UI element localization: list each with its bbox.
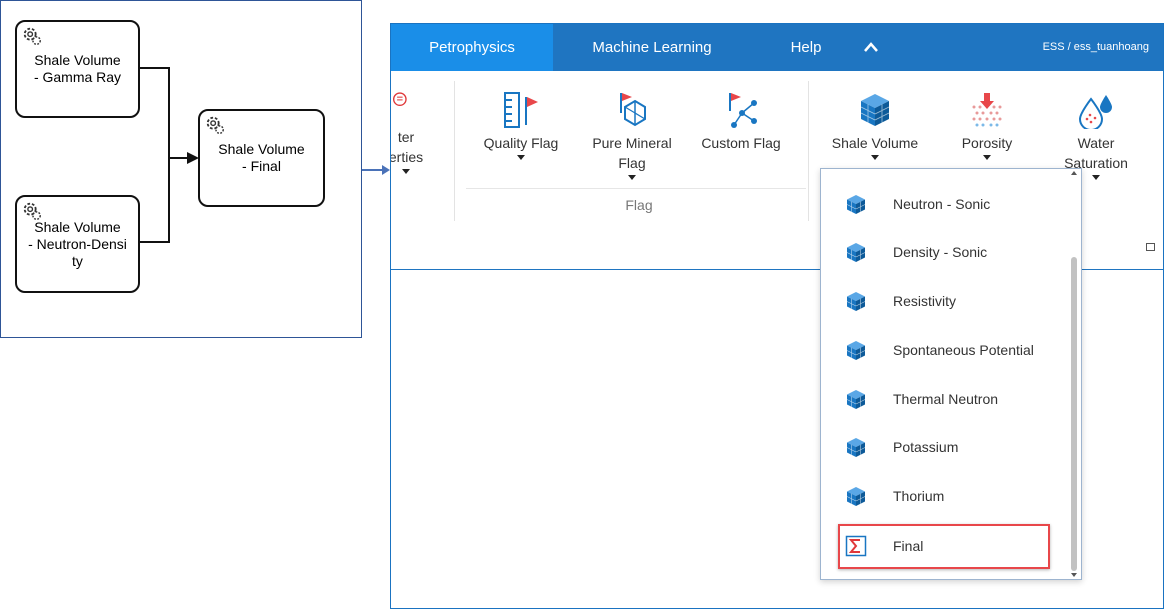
group-divider bbox=[466, 188, 806, 189]
node-label: Shale Volume - Neutron-Densi ty bbox=[28, 218, 127, 269]
water-drop-icon bbox=[1078, 95, 1112, 129]
gear-icon bbox=[206, 116, 224, 134]
cube-icon bbox=[860, 94, 890, 126]
scrollbar-thumb[interactable] bbox=[1071, 257, 1077, 571]
node-shale-volume-final[interactable]: Shale Volume - Final bbox=[198, 109, 325, 207]
group-label-flag: Flag bbox=[625, 197, 653, 213]
pure-mineral-flag-icon bbox=[620, 93, 646, 127]
dropdown-item-resistivity[interactable]: Resistivity bbox=[845, 286, 1065, 316]
arrow-right-icon bbox=[362, 165, 390, 175]
cube-icon bbox=[846, 195, 866, 214]
sigma-icon bbox=[845, 535, 867, 557]
cube-icon bbox=[846, 438, 866, 457]
cube-icon bbox=[846, 292, 866, 311]
cube-icon bbox=[846, 390, 866, 409]
quality-flag-button[interactable]: Quality Flag bbox=[479, 91, 563, 160]
cube-icon bbox=[846, 243, 866, 262]
custom-flag-icon bbox=[729, 93, 757, 128]
gear-icon bbox=[23, 202, 41, 220]
scroll-up-icon[interactable] bbox=[1071, 171, 1077, 175]
water-saturation-button[interactable]: Water Saturation bbox=[1051, 91, 1141, 180]
fluid-properties-button[interactable]: ter erties bbox=[391, 91, 427, 174]
node-label: Shale Volume - Gamma Ray bbox=[33, 52, 122, 85]
user-label[interactable]: ESS / ess_tuanhoang bbox=[1043, 24, 1149, 71]
dropdown-item-density-sonic[interactable]: Density - Sonic bbox=[845, 237, 1065, 267]
workflow-diagram: Shale Volume - Gamma Ray Shale Volume - … bbox=[0, 0, 362, 338]
tab-help[interactable]: Help bbox=[771, 24, 841, 71]
shale-volume-button[interactable]: Shale Volume bbox=[827, 91, 923, 160]
dropdown-item-potassium[interactable]: Potassium bbox=[845, 432, 1065, 462]
dropdown-item-neutron-sonic[interactable]: Neutron - Sonic bbox=[845, 189, 1065, 219]
dropdown-item-final[interactable]: Final bbox=[845, 531, 1065, 561]
dropdown-item-thorium[interactable]: Thorium bbox=[845, 481, 1065, 511]
porosity-icon bbox=[972, 93, 1002, 127]
pure-mineral-flag-button[interactable]: Pure Mineral Flag bbox=[587, 91, 677, 180]
tab-machine-learning[interactable]: Machine Learning bbox=[577, 24, 727, 71]
scroll-down-icon[interactable] bbox=[1071, 573, 1077, 577]
node-shale-volume-gamma-ray[interactable]: Shale Volume - Gamma Ray bbox=[15, 20, 140, 118]
porosity-button[interactable]: Porosity bbox=[947, 91, 1027, 160]
quality-flag-icon bbox=[504, 92, 538, 128]
restore-window-icon[interactable] bbox=[1146, 243, 1155, 251]
dropdown-item-spontaneous-potential[interactable]: Spontaneous Potential bbox=[845, 335, 1065, 365]
list-icon bbox=[393, 92, 407, 107]
dropdown-item-thermal-neutron[interactable]: Thermal Neutron bbox=[845, 384, 1065, 414]
chevron-up-icon[interactable] bbox=[863, 41, 879, 53]
cube-icon bbox=[846, 487, 866, 506]
node-shale-volume-neutron-density[interactable]: Shale Volume - Neutron-Densi ty bbox=[15, 195, 140, 293]
menu-bar: Petrophysics Machine Learning Help ESS /… bbox=[391, 24, 1163, 71]
custom-flag-button[interactable]: Custom Flag bbox=[697, 91, 785, 153]
shale-volume-dropdown: Neutron - Sonic Density - Sonic Resistiv… bbox=[820, 168, 1082, 580]
node-label: Shale Volume - Final bbox=[218, 141, 305, 174]
tab-petrophysics[interactable]: Petrophysics bbox=[391, 24, 553, 71]
gear-icon bbox=[23, 27, 41, 45]
dropdown-scrollbar[interactable] bbox=[1069, 171, 1079, 577]
cube-icon bbox=[846, 341, 866, 360]
